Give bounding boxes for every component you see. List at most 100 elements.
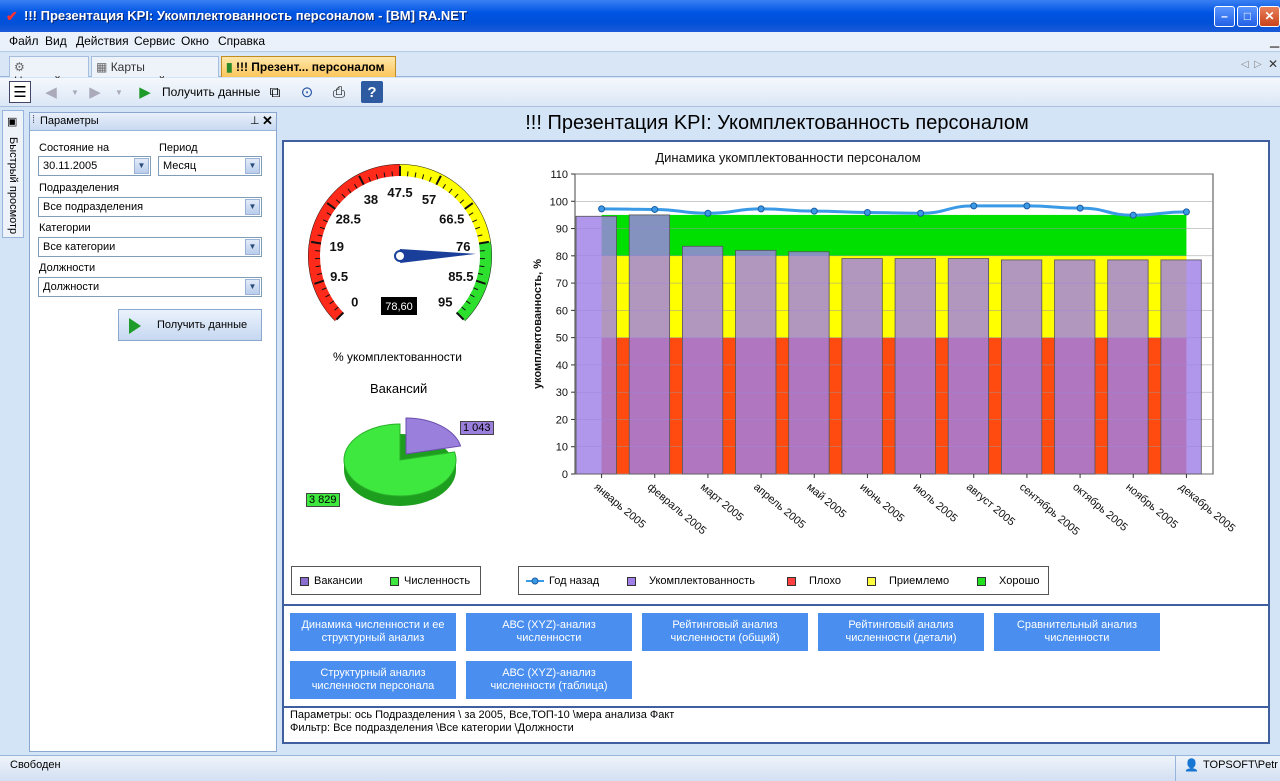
y-tick-label: 70 [556, 278, 568, 290]
bar [735, 249, 777, 475]
get-data-button[interactable]: Получить данные [118, 309, 262, 341]
divider [284, 604, 1268, 606]
menu-view[interactable]: Вид [45, 34, 67, 48]
period-select[interactable]: Месяц ▼ [158, 156, 262, 176]
nav-button-line: Рейтинговый анализ [672, 619, 778, 631]
play-icon[interactable]: ▶ [134, 81, 156, 103]
nav-button-abc-xyz[interactable]: АВС (XYZ)-анализ численности [466, 613, 632, 651]
pin-icon[interactable]: ⊥ [250, 114, 260, 127]
chart-title: Динамика укомплектованности персоналом [655, 150, 920, 165]
bar [894, 258, 936, 475]
legend-line-swatch [526, 577, 544, 585]
nav-button-line: Динамика численности и ее [301, 619, 445, 631]
gauge-tick-label: 47.5 [387, 185, 412, 200]
gauge-value: 78,60 [385, 301, 413, 313]
tab-scorecards[interactable]: ▦ Карты показателей [91, 56, 219, 88]
record-icon[interactable]: ⊙ [296, 81, 318, 103]
tab-settings[interactable]: ⚙ Настройка [9, 56, 89, 88]
back-dropdown-icon[interactable]: ▼ [64, 81, 86, 103]
maximize-button[interactable]: □ [1237, 6, 1258, 27]
status-user: TOPSOFT\Petr [1203, 759, 1278, 771]
tab-next-icon[interactable]: ▷ [1254, 59, 1262, 70]
footer-params: Параметры: ось Подразделения \ за 2005, … [290, 709, 674, 735]
legend-vacancies: Вакансии [314, 575, 363, 587]
new-window-icon[interactable]: ⧉ [264, 81, 286, 103]
legend-swatch [867, 577, 876, 586]
quick-view-label: Быстрый просмотр [7, 137, 19, 235]
y-tick-label: 60 [556, 305, 568, 317]
chevron-down-icon[interactable]: ▼ [245, 239, 260, 255]
help-icon[interactable]: ? [361, 81, 383, 103]
chevron-down-icon[interactable]: ▼ [245, 199, 260, 215]
tab-prev-icon[interactable]: ◁ [1241, 59, 1249, 70]
nav-button-rating-details[interactable]: Рейтинговый анализ численности (детали) [818, 613, 984, 651]
close-button[interactable]: ✕ [1259, 6, 1280, 27]
nav-button-abc-xyz-table[interactable]: АВС (XYZ)-анализ численности (таблица) [466, 661, 632, 699]
gauge-tick-label: 76 [456, 239, 470, 254]
nav-button-line: численности [1044, 632, 1110, 644]
menu-window[interactable]: Окно [181, 34, 209, 48]
bar [575, 215, 617, 475]
menu-service[interactable]: Сервис [134, 34, 175, 48]
minimize-button[interactable]: – [1214, 6, 1235, 27]
params-title: Параметры [40, 115, 99, 127]
state-date-picker[interactable]: 30.11.2005 ▼ [38, 156, 151, 176]
division-select[interactable]: Все подразделения ▼ [38, 197, 262, 217]
menu-help[interactable]: Справка [218, 34, 265, 48]
chevron-down-icon[interactable]: ▼ [134, 158, 149, 174]
panel-toggle-icon[interactable]: ☰ [9, 81, 31, 103]
pie-chart [343, 417, 462, 506]
series-point [970, 202, 978, 210]
series-point [651, 205, 659, 213]
period-value: Месяц [163, 160, 197, 172]
gauge-tick-label: 28.5 [336, 211, 361, 226]
menu-file[interactable]: Файл [9, 34, 39, 48]
position-select[interactable]: Должности ▼ [38, 277, 262, 297]
x-tick-label: декабрь 2005 [1176, 481, 1237, 535]
series-point [810, 207, 818, 215]
menu-actions[interactable]: Действия [76, 34, 129, 48]
chevron-down-icon[interactable]: ▼ [245, 279, 260, 295]
forward-dropdown-icon[interactable]: ▼ [108, 81, 130, 103]
y-tick-label: 40 [556, 360, 568, 372]
legend-bad: Плохо [809, 575, 841, 587]
legend-last-year: Год назад [549, 575, 600, 587]
gauge-label: % укомплектованности [333, 350, 462, 364]
nav-button-comparative[interactable]: Сравнительный анализ численности [994, 613, 1160, 651]
get-data-label: Получить данные [157, 319, 248, 331]
series-point [863, 208, 871, 216]
nav-button-dynamics[interactable]: Динамика численности и ее структурный ана… [290, 613, 456, 651]
category-select[interactable]: Все категории ▼ [38, 237, 262, 257]
division-label: Подразделения [39, 182, 119, 194]
gauge-tick-label: 19 [330, 239, 344, 254]
nav-button-line: АВС (XYZ)-анализ [502, 667, 596, 679]
tab-presentation[interactable]: ▮ !!! Презент... персоналом [221, 56, 396, 77]
print-icon[interactable]: ⎙ [328, 81, 350, 103]
gauge-tick-label: 95 [438, 294, 452, 309]
legend-swatch [390, 577, 399, 586]
tab-label: !!! Презент... персоналом [235, 60, 385, 74]
params-close-icon[interactable]: ✕ [262, 113, 273, 129]
chart-icon: ▮ [226, 60, 233, 74]
y-tick-label: 110 [550, 169, 568, 181]
chevron-down-icon[interactable]: ▼ [245, 158, 260, 174]
legend-acceptable: Приемлемо [889, 575, 950, 587]
back-icon[interactable]: ◀ [40, 81, 62, 103]
legend-swatch [627, 577, 636, 586]
legend-swatch [977, 577, 986, 586]
quick-view-tab[interactable]: ▣ Быстрый просмотр [2, 110, 24, 238]
y-axis-label: укомплектованность, % [532, 259, 544, 389]
forward-icon[interactable]: ▶ [84, 81, 106, 103]
series-point [917, 209, 925, 217]
nav-button-structural[interactable]: Структурный анализ численности персонала [290, 661, 456, 699]
category-label: Категории [39, 222, 91, 234]
menu-close-icon[interactable]: ▁ [1270, 34, 1279, 48]
series-point [1076, 204, 1084, 212]
tab-close-icon[interactable]: ✕ [1268, 57, 1278, 71]
params-panel: ⁞ Параметры ⊥ ✕ Состояние на Период 30.1… [29, 112, 277, 752]
nav-button-rating-general[interactable]: Рейтинговый анализ численности (общий) [642, 613, 808, 651]
get-data-toolbar-button[interactable]: Получить данные [162, 85, 260, 99]
nav-button-line: численности персонала [311, 680, 435, 692]
gauge-hub [394, 250, 406, 262]
y-tick-label: 100 [550, 196, 568, 208]
